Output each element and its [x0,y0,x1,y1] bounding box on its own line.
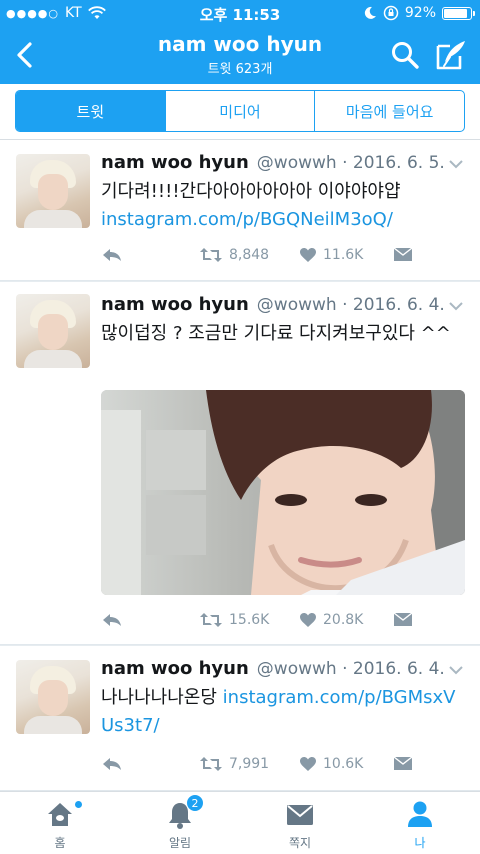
avatar[interactable] [16,294,90,368]
envelope-icon [393,756,413,770]
chevron-down-icon[interactable] [448,301,464,311]
retweet-button[interactable]: 15.6K [199,612,269,628]
retweet-icon [200,613,222,627]
like-count: 11.6K [323,247,364,263]
photo-selfie [101,390,465,595]
direct-message-button[interactable] [393,247,413,262]
tab-media[interactable]: 미디어 [166,91,316,131]
rotation-lock-icon [383,5,399,21]
reply-icon [103,758,121,770]
battery-icon [442,6,475,20]
envelope-icon [393,612,413,626]
avatar[interactable] [16,660,90,734]
reply-icon [103,249,121,261]
retweet-count: 7,991 [229,756,270,772]
tab-me[interactable]: 나 [360,792,480,854]
like-button[interactable]: 11.6K [299,247,363,263]
heart-icon [300,757,316,771]
person-icon [408,801,432,827]
reply-button[interactable] [101,247,123,263]
tweet-text: 나나나나나온당 instagram.com/p/BGMsxVUs3t7/ [101,684,466,740]
like-button[interactable]: 20.8K [299,612,363,628]
tweet[interactable]: nam woo hyun @wowwh · 2016. 6. 5. 기다려!!!… [0,140,480,281]
tab-messages[interactable]: 쪽지 [240,792,360,854]
compose-tweet-button[interactable] [434,38,468,72]
chevron-down-icon[interactable] [448,665,464,675]
tweet[interactable]: nam woo hyun @wowwh · 2016. 6. 4. 많이덥징 ?… [0,282,480,645]
retweet-icon [200,248,222,262]
reply-icon [103,614,121,626]
notification-badge: 2 [186,794,204,812]
moon-icon [364,6,376,19]
like-count: 20.8K [323,612,364,628]
tweet[interactable]: nam woo hyun @wowwh · 2016. 6. 4. 나나나나나온… [0,646,480,791]
chevron-down-icon[interactable] [448,159,464,169]
tweet-text: 많이덥징 ? 조금만 기다료 다지켜보구있다 ^^ [101,323,451,344]
envelope-icon [287,805,313,825]
author-name: nam woo hyun [101,152,249,173]
retweet-count: 8,848 [229,247,270,263]
home-icon [48,803,72,826]
tweet-body: 나나나나나온당 [101,687,223,708]
tweet-actions: 7,991 10.6K [101,756,431,778]
tab-notifications[interactable]: 2 알림 [120,792,240,854]
navigation-bar: nam woo hyun 트윗 623개 [0,28,480,84]
heart-icon [300,613,316,627]
reply-button[interactable] [101,756,123,772]
direct-message-button[interactable] [393,756,413,771]
retweet-icon [200,757,222,771]
tab-messages-label: 쪽지 [288,836,312,850]
segmented-control: 트윗 미디어 마음에 들어요 [15,90,465,132]
tweet-actions: 15.6K 20.8K [101,612,431,634]
tweet-text: 기다려!!!!간다아아아아아아 이야야야얍 instagram.com/p/BG… [101,178,466,234]
search-button[interactable] [390,40,420,70]
author-name: nam woo hyun [101,294,249,315]
timeline[interactable]: nam woo hyun @wowwh · 2016. 6. 5. 기다려!!!… [0,140,480,791]
tweet-body: 기다려!!!!간다아아아아아아 이야야야얍 [101,181,401,202]
tab-notifications-label: 알림 [168,836,192,850]
envelope-icon [393,247,413,261]
direct-message-button[interactable] [393,612,413,627]
tab-me-label: 나 [414,836,426,850]
like-count: 10.6K [323,756,364,772]
status-bar: ●●●●○ KT 오후 11:53 92% [0,0,480,28]
retweet-button[interactable]: 7,991 [199,756,269,772]
author-name: nam woo hyun [101,658,249,679]
profile-tabs-bar: 트윗 미디어 마음에 들어요 [0,84,480,140]
tab-home-label: 홈 [54,836,66,850]
tweet-photo[interactable] [101,390,465,595]
tab-likes[interactable]: 마음에 들어요 [315,91,464,131]
tweet-link[interactable]: instagram.com/p/BGQNeilM3oQ/ [101,206,466,234]
battery-percent: 92% [404,5,436,21]
avatar[interactable] [16,154,90,228]
tab-home[interactable]: 홈 [0,792,120,854]
author-handle-date: @wowwh · 2016. 6. 5. [256,153,445,173]
reply-button[interactable] [101,612,123,628]
author-handle-date: @wowwh · 2016. 6. 4. [256,295,445,315]
new-content-dot [74,800,83,809]
bottom-tab-bar: 홈 2 알림 쪽지 나 [0,791,480,854]
like-button[interactable]: 10.6K [299,756,363,772]
heart-icon [300,248,316,262]
retweet-button[interactable]: 8,848 [199,247,269,263]
tab-tweets[interactable]: 트윗 [16,91,166,131]
tweet-actions: 8,848 11.6K [101,247,431,269]
retweet-count: 15.6K [229,612,270,628]
author-handle-date: @wowwh · 2016. 6. 4. [256,659,445,679]
